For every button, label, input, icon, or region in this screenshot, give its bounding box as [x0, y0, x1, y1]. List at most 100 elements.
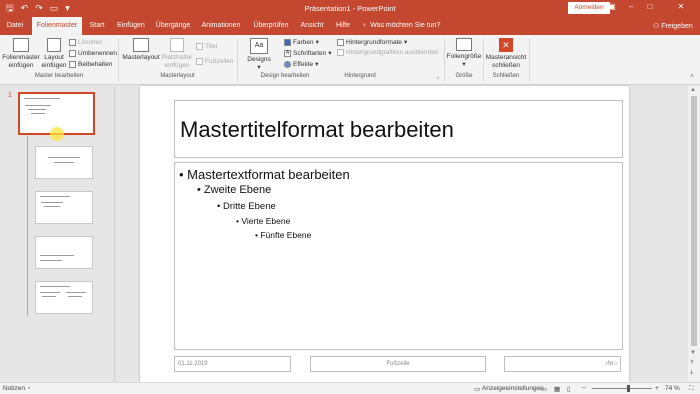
- zoom-slider[interactable]: [592, 388, 652, 389]
- chevron-down-icon: ▾: [404, 39, 408, 46]
- sorter-view-icon[interactable]: ▦: [554, 385, 560, 393]
- close-icon[interactable]: ✕: [672, 2, 690, 11]
- date-placeholder[interactable]: 01.11.2019: [174, 356, 291, 372]
- rename-button[interactable]: Umbenennen: [69, 50, 117, 57]
- title-checkbox[interactable]: Titel: [196, 43, 217, 50]
- layout-thumbnail[interactable]: [35, 191, 93, 224]
- layout-thumbnail[interactable]: [35, 281, 93, 314]
- tab-review[interactable]: Überprüfen: [249, 17, 293, 35]
- zoom-slider-knob[interactable]: [627, 385, 630, 392]
- body-placeholder[interactable]: • Mastertextformat bearbeiten • Zweite E…: [174, 162, 623, 350]
- tab-help[interactable]: Hilfe: [332, 17, 354, 35]
- insert-slide-master-label-1: Folienmaster: [2, 54, 40, 61]
- thumb-title-line: [40, 255, 74, 256]
- thumb-title-line: [24, 98, 60, 99]
- delete-icon: [69, 39, 76, 46]
- group-masterlayout: Masterlayout: [160, 73, 195, 79]
- scrollbar-thumb[interactable]: [691, 96, 697, 346]
- scroll-up-icon[interactable]: ▲: [690, 87, 696, 93]
- designs-label: Designs: [247, 56, 271, 63]
- insert-placeholder-label-2: einfügen: [164, 61, 190, 69]
- insert-placeholder-button[interactable]: Platzhalter einfügen: [161, 38, 193, 69]
- next-slide-icon[interactable]: ⯯: [690, 370, 694, 377]
- title-bar: 🖫 ↶ ↷ ▭ ▾ Präsentation1 - PowerPoint Anm…: [0, 0, 700, 17]
- fonts-button[interactable]: A Schriftarten ▾: [284, 49, 332, 57]
- close-master-label-1: Masteransicht: [485, 54, 527, 61]
- thumb-text-line: [68, 296, 82, 297]
- display-settings-icon: ▭: [474, 386, 481, 393]
- group-separator: [118, 39, 119, 81]
- delete-button[interactable]: Löschen: [69, 39, 103, 46]
- slide-canvas[interactable]: Mastertitelformat bearbeiten • Mastertex…: [140, 86, 629, 382]
- mouse-cursor-highlight: [50, 127, 64, 141]
- checkbox-icon: [196, 43, 203, 50]
- fit-slide-icon[interactable]: ⛶: [689, 385, 694, 393]
- thumb-text-line: [54, 162, 74, 163]
- dialog-launcher-icon[interactable]: ⌟: [436, 72, 439, 80]
- slide-size-label: Foliengröße: [446, 53, 482, 60]
- insert-layout-label-2: einfügen: [41, 61, 67, 69]
- close-master-view-button[interactable]: ✕ Masteransicht schließen: [485, 38, 527, 69]
- group-background: Hintergrund: [344, 73, 376, 79]
- notes-button[interactable]: Notizen: [3, 385, 25, 392]
- thumb-text-line: [41, 202, 63, 203]
- reading-view-icon[interactable]: ▯: [567, 385, 571, 393]
- thumb-text-line: [31, 113, 45, 114]
- normal-view-icon[interactable]: ▭: [541, 385, 547, 393]
- layout-thumbnail[interactable]: [35, 236, 93, 269]
- vertical-scrollbar[interactable]: ▲ ▼ ⯭ ⯯: [688, 86, 700, 382]
- level-2-text: Zweite Ebene: [203, 184, 272, 196]
- tab-transitions[interactable]: Übergänge: [154, 17, 192, 35]
- preserve-label: Beibehalten: [78, 61, 113, 68]
- slide-number-placeholder[interactable]: ‹Nr.›: [504, 356, 621, 372]
- pin-icon: [69, 61, 76, 68]
- tab-insert[interactable]: Einfügen: [113, 17, 149, 35]
- title-placeholder[interactable]: Mastertitelformat bearbeiten: [174, 100, 623, 158]
- zoom-level[interactable]: 74 %: [665, 385, 680, 392]
- tab-home[interactable]: Start: [86, 17, 108, 35]
- footer-placeholder[interactable]: Fußzeile: [310, 356, 486, 372]
- slide-size-icon: [456, 38, 472, 51]
- insert-slide-master-button[interactable]: Folienmaster einfügen: [2, 38, 40, 69]
- colors-button[interactable]: Farben ▾: [284, 38, 319, 46]
- background-formats-label: Hintergrundformate: [346, 38, 402, 46]
- tab-view[interactable]: Ansicht: [298, 17, 326, 35]
- masterlayout-button[interactable]: Masterlayout: [121, 38, 161, 62]
- tell-me-text: Was möchten Sie tun?: [370, 22, 441, 29]
- preserve-button[interactable]: Beibehalten: [69, 61, 112, 68]
- ribbon-display-icon[interactable]: ▣: [603, 2, 621, 11]
- ribbon: Folienmaster einfügen Layout einfügen Lö…: [0, 35, 700, 85]
- minimize-icon[interactable]: –: [622, 2, 640, 11]
- collapse-ribbon-icon[interactable]: ˄: [690, 73, 694, 80]
- background-formats-button[interactable]: Hintergrundformate ▾: [337, 38, 407, 46]
- effects-button[interactable]: Effekte ▾: [284, 60, 318, 68]
- designs-button[interactable]: Aa Designs ▾: [243, 38, 275, 71]
- scroll-down-icon[interactable]: ▼: [690, 350, 696, 356]
- hide-background-checkbox[interactable]: Hintergrundgrafiken ausblenden: [337, 49, 439, 56]
- level-1-text: Mastertextformat bearbeiten: [187, 167, 350, 182]
- layout-thumbnail[interactable]: [35, 146, 93, 179]
- chevron-down-icon: ▾: [328, 50, 332, 57]
- display-settings-button[interactable]: Anzeigeeinstellungen: [482, 385, 544, 392]
- thumb-text-line: [66, 292, 86, 293]
- insert-layout-button[interactable]: Layout einfügen: [40, 38, 68, 69]
- zoom-out-icon[interactable]: −: [582, 385, 586, 392]
- zoom-in-icon[interactable]: +: [655, 385, 659, 392]
- status-bar: Notizen ▫ ▭ Anzeigeeinstellungen ▭ ▦ ▯ −…: [0, 382, 700, 394]
- maximize-icon[interactable]: □: [641, 2, 659, 11]
- accessibility-icon[interactable]: ▫: [28, 385, 30, 392]
- chevron-down-icon: ▾: [315, 61, 319, 68]
- lightbulb-icon: ♀: [362, 22, 368, 29]
- slide-size-button[interactable]: Foliengröße ▾: [445, 38, 483, 68]
- previous-slide-icon[interactable]: ⯭: [690, 360, 694, 367]
- tab-slide-master[interactable]: Folienmaster: [32, 17, 82, 35]
- group-separator: [237, 39, 238, 81]
- footer-checkbox[interactable]: Fußzeilen: [196, 58, 234, 65]
- group-master-edit: Master bearbeiten: [34, 73, 84, 79]
- share-button[interactable]: ⚇ Freigeben: [653, 22, 693, 30]
- tell-me-box[interactable]: ♀ Was möchten Sie tun?: [362, 22, 440, 29]
- tab-file[interactable]: Datei: [3, 17, 27, 35]
- chevron-down-icon: ▾: [257, 63, 261, 71]
- tab-animations[interactable]: Animationen: [198, 17, 244, 35]
- group-separator: [529, 39, 530, 81]
